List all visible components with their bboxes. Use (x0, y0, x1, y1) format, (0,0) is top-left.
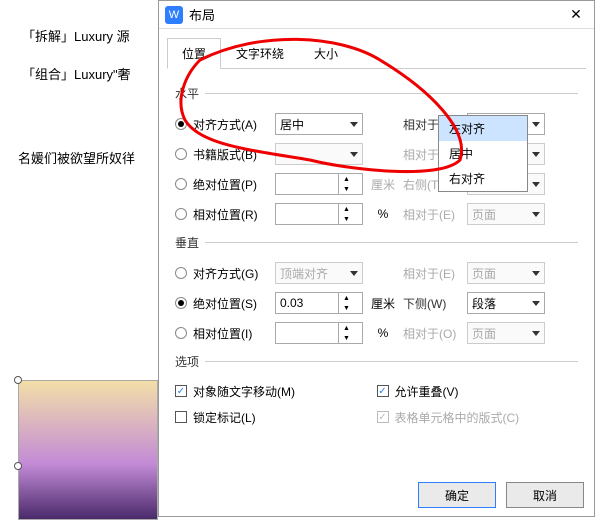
selected-image[interactable] (18, 380, 158, 520)
radio-v-abs[interactable] (175, 297, 187, 309)
radio-h-rel[interactable] (175, 208, 187, 220)
spinner-v-rel[interactable]: ▲▼ (275, 322, 363, 344)
label-v-rel-rel: 相对于(O) (403, 325, 467, 342)
option-right[interactable]: 右对齐 (439, 166, 527, 191)
section-options: 选项 (175, 353, 199, 370)
ok-button[interactable]: 确定 (418, 482, 496, 508)
radio-v-rel[interactable] (175, 327, 187, 339)
tab-size[interactable]: 大小 (299, 38, 353, 69)
section-horizontal: 水平 (175, 85, 199, 102)
combo-h-rel-rel: 页面 (467, 203, 545, 225)
combo-v-align-rel: 页面 (467, 262, 545, 284)
label-h-align: 对齐方式(A) (193, 116, 275, 133)
spinner-h-abs[interactable]: ▲▼ (275, 173, 363, 195)
combo-h-align[interactable]: 居中 (275, 113, 363, 135)
close-button[interactable]: ✕ (564, 3, 588, 27)
check-move-with-text[interactable]: ✓ (175, 385, 187, 397)
tab-position[interactable]: 位置 (167, 38, 221, 69)
combo-v-abs-rel[interactable]: 段落 (467, 292, 545, 314)
combo-v-align[interactable]: 顶端对齐 (275, 262, 363, 284)
radio-h-align[interactable] (175, 118, 187, 130)
layout-dialog: W 布局 ✕ 位置 文字环绕 大小 水平 对齐方式(A) 居中 相对于(R) 栏… (158, 0, 595, 517)
combo-h-book[interactable] (275, 143, 363, 165)
app-icon: W (165, 6, 183, 24)
label-v-align: 对齐方式(G) (193, 265, 275, 282)
doc-text: 「组合」Luxury"奢 (22, 64, 131, 83)
unit-h-rel: % (363, 207, 403, 221)
spinner-h-rel[interactable]: ▲▼ (275, 203, 363, 225)
check-allow-overlap[interactable]: ✓ (377, 385, 389, 397)
unit-v-abs: 厘米 (363, 295, 403, 312)
tab-text-wrap[interactable]: 文字环绕 (221, 38, 299, 69)
label-v-rel: 相对位置(I) (193, 325, 275, 342)
label-h-book: 书籍版式(B) (193, 146, 275, 163)
label-h-rel: 相对位置(R) (193, 206, 275, 223)
label-v-abs-side: 下侧(W) (403, 295, 467, 312)
unit-v-rel: % (363, 326, 403, 340)
option-left[interactable]: 左对齐 (439, 116, 527, 141)
radio-v-align[interactable] (175, 267, 187, 279)
dialog-title: 布局 (189, 5, 564, 24)
resize-handle[interactable] (14, 376, 22, 384)
radio-h-abs[interactable] (175, 178, 187, 190)
check-lock-anchor[interactable] (175, 411, 187, 423)
doc-text: 「拆解」Luxury 源 (22, 26, 130, 45)
label-v-align-rel: 相对于(E) (403, 265, 467, 282)
option-center[interactable]: 居中 (439, 141, 527, 166)
spinner-v-abs[interactable]: ▲▼ (275, 292, 363, 314)
check-cell-format: ✓ (377, 411, 389, 423)
label-h-abs: 绝对位置(P) (193, 176, 275, 193)
radio-h-book[interactable] (175, 148, 187, 160)
combo-h-align-options[interactable]: 左对齐 居中 右对齐 (438, 115, 528, 192)
label-h-rel-rel: 相对于(E) (403, 206, 467, 223)
label-v-abs: 绝对位置(S) (193, 295, 275, 312)
section-vertical: 垂直 (175, 234, 199, 251)
combo-v-rel-rel: 页面 (467, 322, 545, 344)
resize-handle[interactable] (14, 462, 22, 470)
unit-h-abs: 厘米 (363, 176, 403, 193)
cancel-button[interactable]: 取消 (506, 482, 584, 508)
doc-text: 名媛们被欲望所奴徉 (18, 148, 135, 167)
